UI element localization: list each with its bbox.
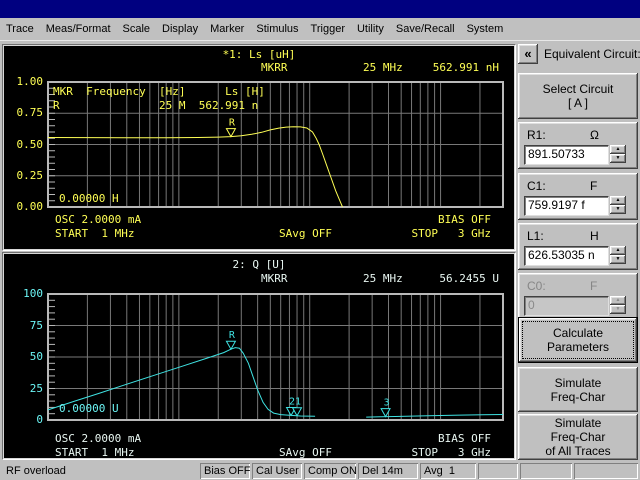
param-input-c1[interactable]: 759.9197 f	[524, 196, 609, 216]
ls-reference-value: 0.00000 H	[59, 192, 119, 205]
analyzer-screen: Trace 1 - E4991A RF Impedance/Material A…	[0, 0, 640, 480]
ls-bias-status: BIAS OFF	[438, 213, 491, 226]
param-label-r1: R1:	[527, 128, 546, 142]
param-unit-c0: F	[590, 279, 598, 293]
svg-text:1: 1	[295, 397, 301, 408]
status-cal-user: Cal User	[252, 463, 302, 479]
param-input-l1[interactable]: 626.53035 n	[524, 246, 609, 266]
menu-meas-format[interactable]: Meas/Format	[40, 20, 117, 38]
status-message: RF overload	[6, 465, 66, 477]
q-osc-level: OSC 2.0000 mA	[55, 432, 142, 445]
simulate-all-traces-button[interactable]: Simulate Freq-Char of All Traces	[518, 414, 638, 460]
status-empty-cell	[574, 463, 638, 479]
param-spinner-c0: ▲ ▼	[610, 296, 626, 314]
svg-text:3: 3	[384, 398, 390, 409]
calculate-parameters-button[interactable]: Calculate Parameters	[518, 317, 638, 363]
param-input-r1[interactable]: 891.50733	[524, 145, 609, 165]
y-axis-tick-label: 100	[23, 287, 43, 300]
y-axis-tick-label: 0.75	[16, 106, 44, 120]
ls-marker-value: 562.991 nH	[432, 61, 499, 74]
y-axis-tick-label: 0.50	[16, 137, 44, 151]
spinner-down-c0: ▼	[610, 305, 626, 314]
status-bar: RF overload Bias OFF Cal User Comp ON Del 14…	[0, 462, 640, 480]
param-input-c0: 0	[524, 296, 609, 316]
menu-trace[interactable]: Trace	[0, 20, 40, 38]
param-group-c1: C1: F 759.9197 f ▲ ▼	[518, 173, 638, 220]
collapse-panel-button[interactable]: «	[518, 44, 538, 64]
q-marker-freq: 25 MHz	[363, 272, 403, 285]
param-label-c0: C0:	[527, 279, 546, 293]
param-label-l1: L1:	[527, 229, 544, 243]
menu-utility[interactable]: Utility	[351, 20, 390, 38]
status-comp-on: Comp ON	[304, 463, 356, 479]
y-axis-tick-label: 75	[29, 318, 43, 332]
svg-text:R: R	[229, 330, 236, 341]
menu-display[interactable]: Display	[156, 20, 204, 38]
panel-title: Equivalent Circuit:	[544, 47, 640, 61]
ls-start-freq: START 1 MHz	[55, 227, 135, 240]
q-marker-mode: MKRR	[261, 272, 288, 285]
y-axis-tick-label: 0	[36, 413, 43, 426]
menu-marker[interactable]: Marker	[204, 20, 250, 38]
ls-stop-freq: STOP 3 GHz	[411, 227, 491, 240]
status-bias-off: Bias OFF	[200, 463, 250, 479]
focus-rect	[522, 321, 634, 359]
window-titlebar: Trace 1 - E4991A RF Impedance/Material A…	[0, 0, 640, 34]
svg-text:R: R	[229, 118, 236, 129]
param-label-c1: C1:	[527, 179, 546, 193]
param-spinner-l1: ▲ ▼	[610, 246, 626, 264]
q-chart-panel: R213 2: Q [U] MKRR 25 MHz 56.2455 U 0.00…	[2, 252, 516, 460]
y-axis-tick-label: 0.00	[16, 200, 44, 213]
q-stop-freq: STOP 3 GHz	[411, 446, 491, 459]
y-axis-tick-label: 50	[29, 350, 43, 363]
ls-marker-freq: 25 MHz	[363, 61, 403, 74]
equivalent-circuit-panel: « Equivalent Circuit: Select Circuit [ A…	[516, 42, 640, 462]
param-spinner-r1: ▲ ▼	[610, 145, 626, 163]
menu-system[interactable]: System	[461, 20, 510, 38]
spinner-down-r1[interactable]: ▼	[610, 154, 626, 163]
simulate-freq-char-button[interactable]: Simulate Freq-Char	[518, 367, 638, 412]
y-axis-tick-label: 1.00	[16, 75, 44, 88]
status-empty-cell	[520, 463, 572, 479]
ls-marker-table-row: R 25 M 562.991 n	[53, 99, 259, 112]
ls-sweep-avg: SAvg OFF	[279, 227, 332, 240]
ls-osc-level: OSC 2.0000 mA	[55, 213, 142, 226]
select-circuit-button[interactable]: Select Circuit [ A ]	[518, 73, 638, 119]
ls-chart-title: *1: Ls [uH]	[222, 48, 296, 61]
q-chart-title: 2: Q [U]	[232, 258, 286, 271]
q-reference-value: 0.00000 U	[59, 402, 119, 415]
menu-stimulus[interactable]: Stimulus	[250, 20, 304, 38]
q-sweep-avg: SAvg OFF	[279, 446, 332, 459]
ls-chart-panel: R *1: Ls [uH] MKRR 25 MHz 562.991 nH MKR…	[2, 44, 516, 251]
menu-save-recall[interactable]: Save/Recall	[390, 20, 461, 38]
param-unit-r1: Ω	[590, 128, 599, 142]
spinner-up-c1[interactable]: ▲	[610, 196, 626, 205]
ls-marker-table-header: MKR Frequency [Hz] Ls [H]	[53, 85, 265, 98]
spinner-down-l1[interactable]: ▼	[610, 255, 626, 264]
param-unit-c1: F	[590, 179, 598, 193]
ls-marker-mode: MKRR	[261, 61, 288, 74]
menu-scale[interactable]: Scale	[117, 20, 157, 38]
spinner-up-c0: ▲	[610, 296, 626, 305]
param-group-l1: L1: H 626.53035 n ▲ ▼	[518, 223, 638, 270]
menu-bar: Trace Meas/Format Scale Display Marker Stimul…	[0, 18, 640, 41]
param-spinner-c1: ▲ ▼	[610, 196, 626, 214]
status-avg-1: Avg 1	[420, 463, 476, 479]
spinner-up-l1[interactable]: ▲	[610, 246, 626, 255]
param-unit-l1: H	[590, 229, 599, 243]
param-group-r1: R1: Ω 891.50733 ▲ ▼	[518, 122, 638, 169]
param-group-c0: C0: F 0 ▲ ▼	[518, 273, 638, 320]
y-axis-tick-label: 0.25	[16, 168, 44, 182]
status-empty-cell	[478, 463, 518, 479]
menu-trigger[interactable]: Trigger	[305, 20, 351, 38]
q-marker-value: 56.2455 U	[439, 272, 499, 285]
spinner-up-r1[interactable]: ▲	[610, 145, 626, 154]
spinner-down-c1[interactable]: ▼	[610, 205, 626, 214]
q-bias-status: BIAS OFF	[438, 432, 491, 445]
q-start-freq: START 1 MHz	[55, 446, 135, 459]
status-del-14m: Del 14m	[358, 463, 418, 479]
y-axis-tick-label: 25	[29, 381, 43, 395]
q-chart-plot: R2 1 3	[47, 293, 504, 421]
